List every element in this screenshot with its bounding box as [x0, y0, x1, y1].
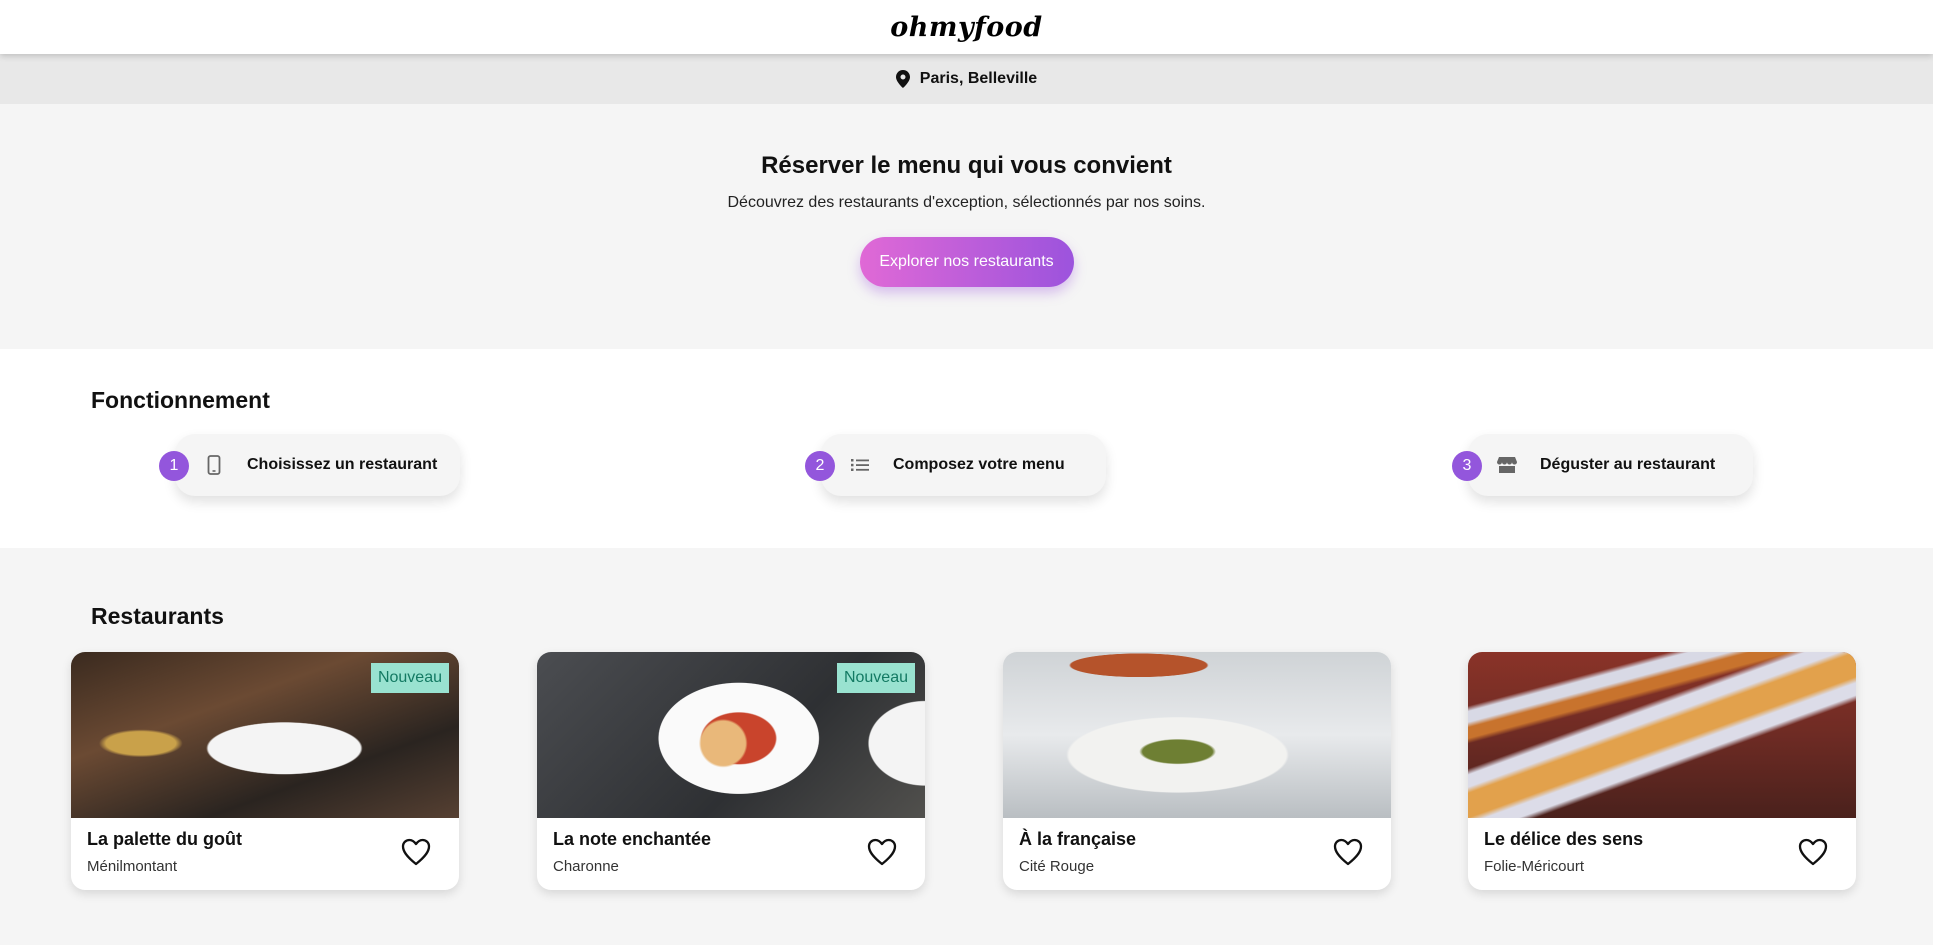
restaurant-area: Folie-Méricourt [1484, 858, 1585, 875]
restaurant-image: Nouveau [537, 652, 925, 818]
restaurants-section: Restaurants Nouveau La palette du goût M… [0, 548, 1933, 945]
section-title-restaurants: Restaurants [91, 603, 224, 629]
store-icon [1496, 454, 1518, 476]
site-header: ohmyfood [0, 0, 1933, 54]
heart-outline-icon[interactable] [401, 838, 431, 866]
smartphone-icon [203, 454, 225, 476]
heart-outline-icon[interactable] [1333, 838, 1363, 866]
heart-outline-icon[interactable] [867, 838, 897, 866]
step-label: Composez votre menu [893, 456, 1065, 473]
map-pin-icon [895, 70, 910, 88]
restaurant-card[interactable]: Nouveau La palette du goût Ménilmontant [71, 652, 459, 890]
hero-section: Réserver le menu qui vous convient Décou… [0, 104, 1933, 349]
restaurant-card[interactable]: Nouveau La note enchantée Charonne [537, 652, 925, 890]
restaurant-card[interactable]: À la française Cité Rouge [1003, 652, 1391, 890]
step-number: 3 [1452, 451, 1482, 481]
step-number: 1 [159, 451, 189, 481]
restaurant-image [1468, 652, 1856, 818]
restaurant-area: Cité Rouge [1019, 858, 1095, 875]
restaurant-card[interactable]: Le délice des sens Folie-Méricourt [1468, 652, 1856, 890]
list-icon [849, 454, 871, 476]
step-label: Choisissez un restaurant [247, 456, 438, 473]
how-it-works-section: Fonctionnement 1 Choisissez un restauran… [0, 349, 1933, 548]
explore-restaurants-button[interactable]: Explorer nos restaurants [859, 237, 1074, 287]
hero-title: Réserver le menu qui vous convient [761, 152, 1172, 179]
location-text: Paris, Belleville [919, 70, 1038, 87]
restaurant-name: La palette du goût [87, 829, 242, 849]
step-number: 2 [805, 451, 835, 481]
step-3: 3 Déguster au restaurant [1452, 434, 1753, 496]
restaurant-area: Charonne [553, 858, 619, 875]
new-badge: Nouveau [836, 663, 915, 693]
restaurant-name: La note enchantée [553, 829, 712, 849]
logo[interactable]: ohmyfood [890, 12, 1042, 43]
hero-subtitle: Découvrez des restaurants d'exception, s… [727, 194, 1206, 211]
section-title-how: Fonctionnement [91, 387, 270, 413]
step-1: 1 Choisissez un restaurant [159, 434, 460, 496]
heart-outline-icon[interactable] [1798, 838, 1828, 866]
step-2: 2 Composez votre menu [805, 434, 1106, 496]
location-bar[interactable]: Paris, Belleville [0, 54, 1933, 104]
restaurant-area: Ménilmontant [87, 858, 178, 875]
restaurant-name: À la française [1019, 829, 1137, 849]
step-label: Déguster au restaurant [1540, 456, 1716, 473]
restaurant-image [1003, 652, 1391, 818]
new-badge: Nouveau [370, 663, 449, 693]
restaurant-image: Nouveau [71, 652, 459, 818]
restaurant-name: Le délice des sens [1484, 829, 1644, 849]
